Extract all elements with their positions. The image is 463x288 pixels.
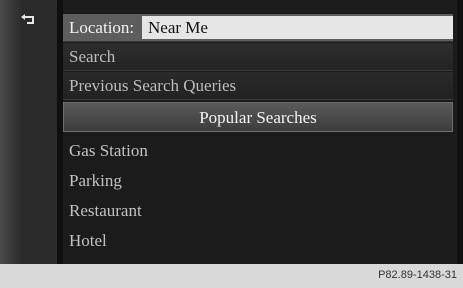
footer-bar: P82.89-1438-31 — [0, 264, 463, 288]
popular-item-hotel[interactable]: Hotel — [63, 227, 453, 255]
location-row[interactable]: Location: Near Me — [63, 14, 453, 42]
back-button[interactable] — [6, 10, 50, 34]
location-value[interactable]: Near Me — [142, 16, 453, 39]
popular-item-parking[interactable]: Parking — [63, 167, 453, 195]
scrollbar-track[interactable] — [457, 0, 463, 264]
left-panel — [0, 0, 57, 264]
search-menu-item[interactable]: Search — [63, 43, 453, 71]
back-arrow-icon — [19, 13, 37, 32]
popular-item-restaurant[interactable]: Restaurant — [63, 197, 453, 225]
image-code: P82.89-1438-31 — [378, 269, 457, 281]
popular-item-gas-station[interactable]: Gas Station — [63, 137, 453, 165]
previous-queries-menu-item[interactable]: Previous Search Queries — [63, 72, 453, 100]
search-menu: Location: Near Me Search Previous Search… — [63, 0, 457, 264]
location-label: Location: — [69, 18, 135, 37]
popular-searches-header[interactable]: Popular Searches — [63, 102, 453, 132]
navigation-search-screen: Location: Near Me Search Previous Search… — [0, 0, 463, 264]
